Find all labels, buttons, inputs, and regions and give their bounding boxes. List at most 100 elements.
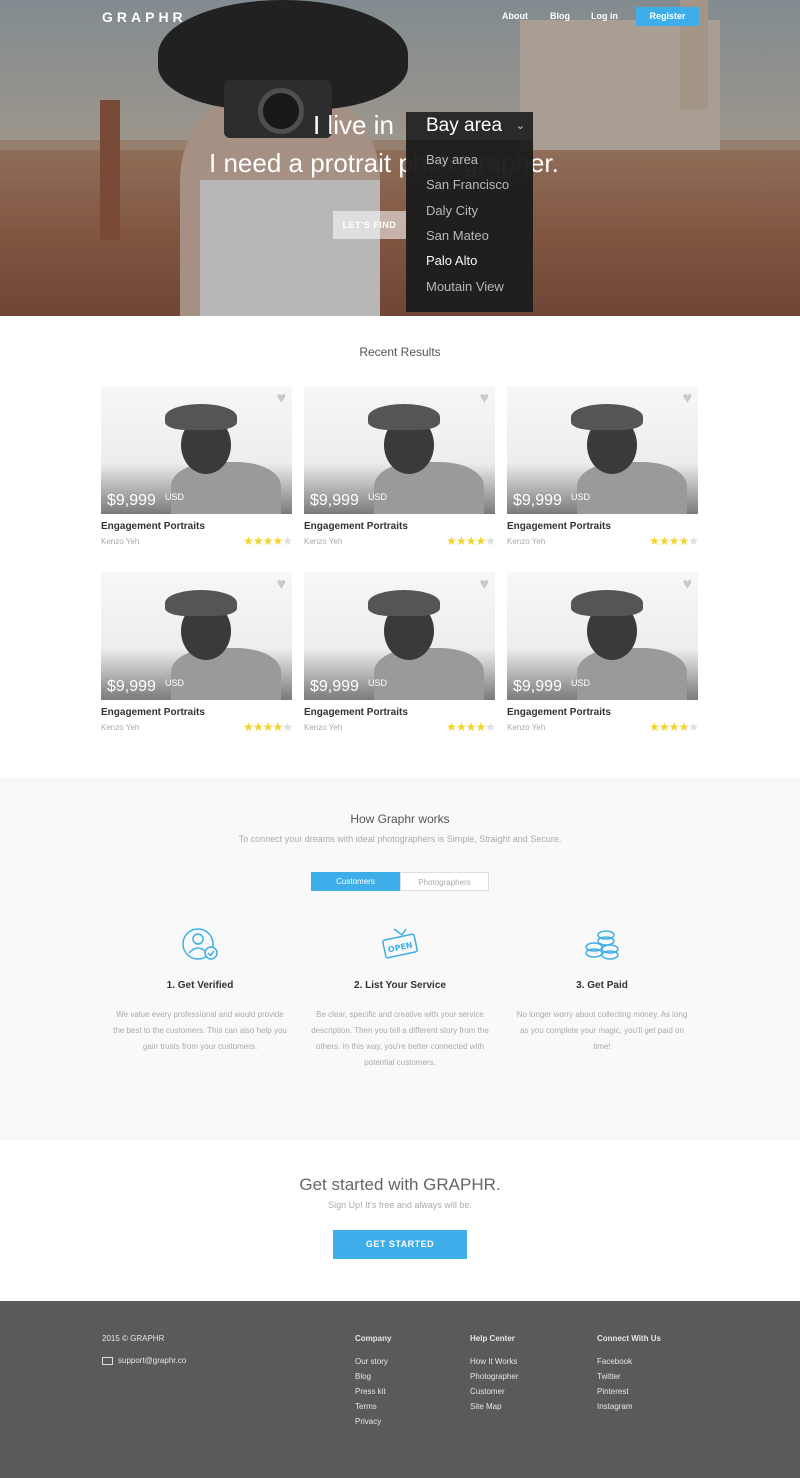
result-currency: USD [368, 678, 388, 688]
result-price: $9,999 [513, 492, 562, 509]
result-card[interactable]: ♥ $9,999 USD Engagement Portraits Kenzo Yeh ★… [507, 572, 699, 734]
result-author[interactable]: Kenzo Yeh [101, 723, 139, 732]
star-rating: ★★★★★ [446, 720, 496, 734]
dropdown-option-san-mateo[interactable]: San Mateo [426, 228, 489, 243]
photo-subject-body [577, 648, 687, 700]
result-author[interactable]: Kenzo Yeh [304, 537, 342, 546]
result-currency: USD [165, 678, 185, 688]
how-subtitle: To connect your dreams with ideal photog… [238, 834, 562, 844]
nav-login-link[interactable]: Log in [591, 11, 618, 21]
heart-icon[interactable]: ♥ [277, 576, 287, 594]
envelope-icon [102, 1357, 113, 1365]
result-price: $9,999 [107, 492, 156, 509]
star-icon: ★ [262, 534, 274, 548]
photo-subject-cap [571, 590, 643, 616]
result-card[interactable]: ♥ $9,999 USD Engagement Portraits Kenzo Yeh ★… [304, 386, 496, 548]
star-icon: ★ [668, 534, 680, 548]
result-card[interactable]: ♥ $9,999 USD Engagement Portraits Kenzo Yeh ★… [101, 572, 293, 734]
dropdown-option-bay-area[interactable]: Bay area [426, 152, 478, 167]
dropdown-option-mountain-view[interactable]: Moutain View [426, 279, 504, 294]
step-get-verified: 1. Get Verified We value every professio… [110, 927, 290, 1051]
result-photo[interactable]: ♥ $9,999 USD [101, 386, 292, 514]
register-button[interactable]: Register [636, 7, 699, 26]
footer-link[interactable]: Privacy [355, 1417, 475, 1426]
footer-link[interactable]: Blog [355, 1372, 475, 1381]
result-photo[interactable]: ♥ $9,999 USD [101, 572, 292, 700]
result-author[interactable]: Kenzo Yeh [304, 723, 342, 732]
photo-subject-cap [165, 404, 237, 430]
result-currency: USD [571, 492, 591, 502]
footer-link[interactable]: How It Works [470, 1357, 590, 1366]
result-author[interactable]: Kenzo Yeh [507, 537, 545, 546]
footer-link[interactable]: Our story [355, 1357, 475, 1366]
get-started-title: Get started with GRAPHR. [299, 1175, 501, 1194]
star-icon: ★ [243, 720, 254, 734]
footer-column-connect: Connect With Us Facebook Twitter Pintere… [597, 1334, 717, 1417]
location-dropdown: Bay area San Francisco Daly City San Mat… [406, 140, 533, 312]
result-photo[interactable]: ♥ $9,999 USD [304, 572, 495, 700]
footer-link[interactable]: Pinterest [597, 1387, 717, 1396]
footer: 2015 © GRAPHR support@graphr.co Company … [0, 1301, 800, 1478]
result-author[interactable]: Kenzo Yeh [507, 723, 545, 732]
heart-icon[interactable]: ♥ [683, 390, 693, 408]
star-icon: ★ [282, 534, 293, 548]
dropdown-option-daly-city[interactable]: Daly City [426, 203, 478, 218]
star-icon: ★ [649, 534, 660, 548]
footer-link[interactable]: Instagram [597, 1402, 717, 1411]
heart-icon[interactable]: ♥ [683, 576, 693, 594]
chevron-down-icon: ⌄ [515, 120, 525, 132]
step-get-paid: 3. Get Paid No longer worry about collec… [512, 927, 692, 1051]
result-photo[interactable]: ♥ $9,999 USD [507, 386, 698, 514]
result-photo[interactable]: ♥ $9,999 USD [304, 386, 495, 514]
footer-link[interactable]: Customer [470, 1387, 590, 1396]
footer-link[interactable]: Facebook [597, 1357, 717, 1366]
lets-find-button[interactable]: LET'S FIND [333, 211, 406, 239]
footer-link[interactable]: Terms [355, 1402, 475, 1411]
step-description: We value every professional and would pr… [113, 1010, 287, 1051]
result-card[interactable]: ♥ $9,999 USD Engagement Portraits Kenzo Yeh ★… [101, 386, 293, 548]
heart-icon[interactable]: ♥ [277, 390, 287, 408]
step-description: Be clear, specific and creative with you… [311, 1010, 489, 1067]
heart-icon[interactable]: ♥ [480, 390, 490, 408]
recent-results-title: Recent Results [359, 345, 441, 359]
step-description: No longer worry about collecting money. … [516, 1010, 688, 1051]
step-list-service: OPEN 2. List Your Service Be clear, spec… [310, 927, 490, 1067]
star-icon: ★ [446, 720, 457, 734]
result-currency: USD [368, 492, 388, 502]
location-select[interactable]: Bay area ⌄ [406, 112, 533, 140]
photo-subject-body [577, 462, 687, 514]
footer-email-link[interactable]: support@graphr.co [118, 1356, 186, 1365]
photo-subject-body [374, 648, 484, 700]
footer-link[interactable]: Photographer [470, 1372, 590, 1381]
result-card[interactable]: ♥ $9,999 USD Engagement Portraits Kenzo Yeh ★… [304, 572, 496, 734]
nav-blog-link[interactable]: Blog [550, 11, 570, 21]
star-rating: ★★★★★ [243, 534, 293, 548]
footer-link[interactable]: Twitter [597, 1372, 717, 1381]
result-photo[interactable]: ♥ $9,999 USD [507, 572, 698, 700]
result-author[interactable]: Kenzo Yeh [101, 537, 139, 546]
result-title[interactable]: Engagement Portraits [507, 707, 611, 718]
result-card[interactable]: ♥ $9,999 USD Engagement Portraits Kenzo Yeh ★… [507, 386, 699, 548]
heart-icon[interactable]: ♥ [480, 576, 490, 594]
logo[interactable]: GRAPHR [102, 9, 187, 25]
tab-photographers[interactable]: Photographers [400, 872, 489, 891]
star-icon: ★ [465, 720, 477, 734]
result-title[interactable]: Engagement Portraits [304, 521, 408, 532]
result-title[interactable]: Engagement Portraits [101, 707, 205, 718]
star-icon: ★ [688, 720, 699, 734]
coins-icon [585, 930, 619, 960]
result-title[interactable]: Engagement Portraits [304, 707, 408, 718]
get-started-button[interactable]: GET STARTED [333, 1230, 467, 1259]
photo-subject-body [374, 462, 484, 514]
result-title[interactable]: Engagement Portraits [101, 521, 205, 532]
nav-about-link[interactable]: About [502, 11, 528, 21]
result-title[interactable]: Engagement Portraits [507, 521, 611, 532]
star-icon: ★ [243, 534, 254, 548]
dropdown-option-san-francisco[interactable]: San Francisco [426, 177, 509, 192]
star-icon: ★ [668, 720, 680, 734]
footer-link[interactable]: Site Map [470, 1402, 590, 1411]
footer-link[interactable]: Press kit [355, 1387, 475, 1396]
photo-subject-body [171, 648, 281, 700]
dropdown-option-palo-alto[interactable]: Palo Alto [426, 253, 477, 268]
tab-customers[interactable]: Customers [311, 872, 400, 891]
